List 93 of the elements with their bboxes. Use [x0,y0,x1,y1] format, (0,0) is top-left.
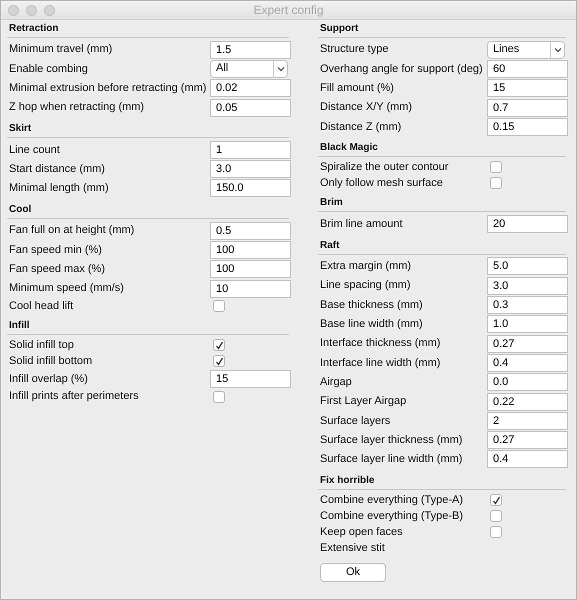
text-field[interactable]: 3.0 [487,276,568,295]
window-close-button[interactable] [8,5,19,16]
window-minimize-button[interactable] [26,5,37,16]
checkbox[interactable] [490,526,502,538]
text-field[interactable]: 20 [487,215,568,234]
checkbox[interactable] [213,390,225,403]
checkbox[interactable] [213,300,225,312]
field-label: Keep open faces [319,524,404,540]
field-label: Minimal length (mm) [8,181,110,196]
field-label: Distance Z (mm) [319,120,402,135]
field-label: Base line width (mm) [319,317,424,332]
field-label: Brim line amount [319,216,404,232]
checkbox[interactable] [213,355,225,368]
checkbox[interactable] [490,177,502,190]
chevron-down-icon [550,42,564,58]
text-field[interactable]: 1 [210,140,291,159]
field-label: Extra margin (mm) [319,259,412,274]
section-heading: Infill [7,317,289,336]
field-label: Line spacing (mm) [319,278,412,294]
section-heading: Black Magic [318,139,566,158]
text-field[interactable]: 0.02 [210,79,291,98]
field-label: Fan speed min (%) [8,242,103,258]
dropdown[interactable]: Lines [487,40,565,59]
checkbox[interactable] [490,510,502,522]
window-zoom-button[interactable] [44,5,55,16]
section-heading: Brim [318,194,566,212]
field-label: Combine everything (Type-A) [319,492,464,508]
field-label: Fill amount (%) [319,80,395,96]
field-label: Solid infill top [8,338,75,354]
field-label: First Layer Airgap [319,394,408,410]
dropdown[interactable]: All [210,60,288,78]
ok-button[interactable]: Ok [320,563,386,582]
field-label: Distance X/Y (mm) [319,100,414,116]
checkbox[interactable] [490,161,502,174]
text-field[interactable]: 1.0 [487,315,568,334]
text-field[interactable]: 5.0 [487,257,568,276]
section-heading: Skirt [7,120,289,138]
field-label: Minimum speed (mm/s) [8,281,125,296]
field-label: Z hop when retracting (mm) [8,100,146,116]
field-label: Interface line width (mm) [319,356,442,371]
field-label: Surface layers [319,414,392,429]
text-field[interactable]: 150.0 [210,179,291,198]
text-field[interactable]: 15 [487,79,568,98]
field-label: Cool head lift [8,299,74,314]
field-label: Spiralize the outer contour [319,160,450,176]
field-label: Infill overlap (%) [8,372,89,387]
field-label: Solid infill bottom [8,354,94,370]
field-label: Infill prints after perimeters [8,389,140,404]
checkbox[interactable] [490,494,502,506]
section-heading: Retraction [7,20,289,38]
text-field[interactable]: 1.5 [210,40,291,59]
field-label: Overhang angle for support (deg) [319,62,484,77]
field-label: Fan full on at height (mm) [8,223,136,238]
field-label: Surface layer thickness (mm) [319,432,464,448]
field-label: Minimum travel (mm) [8,42,114,58]
section-heading: Support [318,20,566,38]
section-heading: Cool [7,201,289,220]
field-label: Enable combing [8,62,89,77]
text-field[interactable]: 100 [210,260,291,278]
section-heading: Raft [318,236,566,255]
text-field[interactable]: 0.7 [487,98,568,117]
field-label: Base thickness (mm) [319,298,424,313]
text-field[interactable]: 100 [210,241,291,260]
text-field[interactable]: 2 [487,412,568,430]
checkbox[interactable] [213,339,225,352]
window-title: Expert config [253,3,324,17]
field-label: Interface thickness (mm) [319,336,442,352]
text-field[interactable]: 0.4 [487,450,568,468]
field-label: Surface layer line width (mm) [319,452,464,468]
field-label: Combine everything (Type-B) [319,508,464,524]
field-label: Extensive stit [319,540,386,556]
chevron-down-icon [273,60,287,77]
text-field[interactable]: 0.0 [487,373,568,392]
field-label: Minimal extrusion before retracting (mm) [8,80,208,96]
text-field[interactable]: 0.15 [487,118,568,136]
text-field[interactable]: 3.0 [210,160,291,178]
field-label: Structure type [319,42,390,58]
field-label: Airgap [319,374,353,390]
section-heading: Fix horrible [318,472,566,490]
text-field[interactable]: 0.05 [210,98,291,117]
text-field[interactable]: 0.3 [487,296,568,314]
text-field[interactable]: 15 [210,370,291,388]
text-field[interactable]: 0.22 [487,392,568,410]
text-field[interactable]: 0.5 [210,222,291,240]
text-field[interactable]: 0.27 [487,334,568,353]
field-label: Line count [8,142,61,158]
field-label: Fan speed max (%) [8,262,106,278]
text-field[interactable]: 60 [487,60,568,78]
text-field[interactable]: 0.27 [487,431,568,450]
field-label: Start distance (mm) [8,162,106,177]
text-field[interactable]: 10 [210,280,291,298]
text-field[interactable]: 0.4 [487,354,568,372]
field-label: Only follow mesh surface [319,176,444,192]
